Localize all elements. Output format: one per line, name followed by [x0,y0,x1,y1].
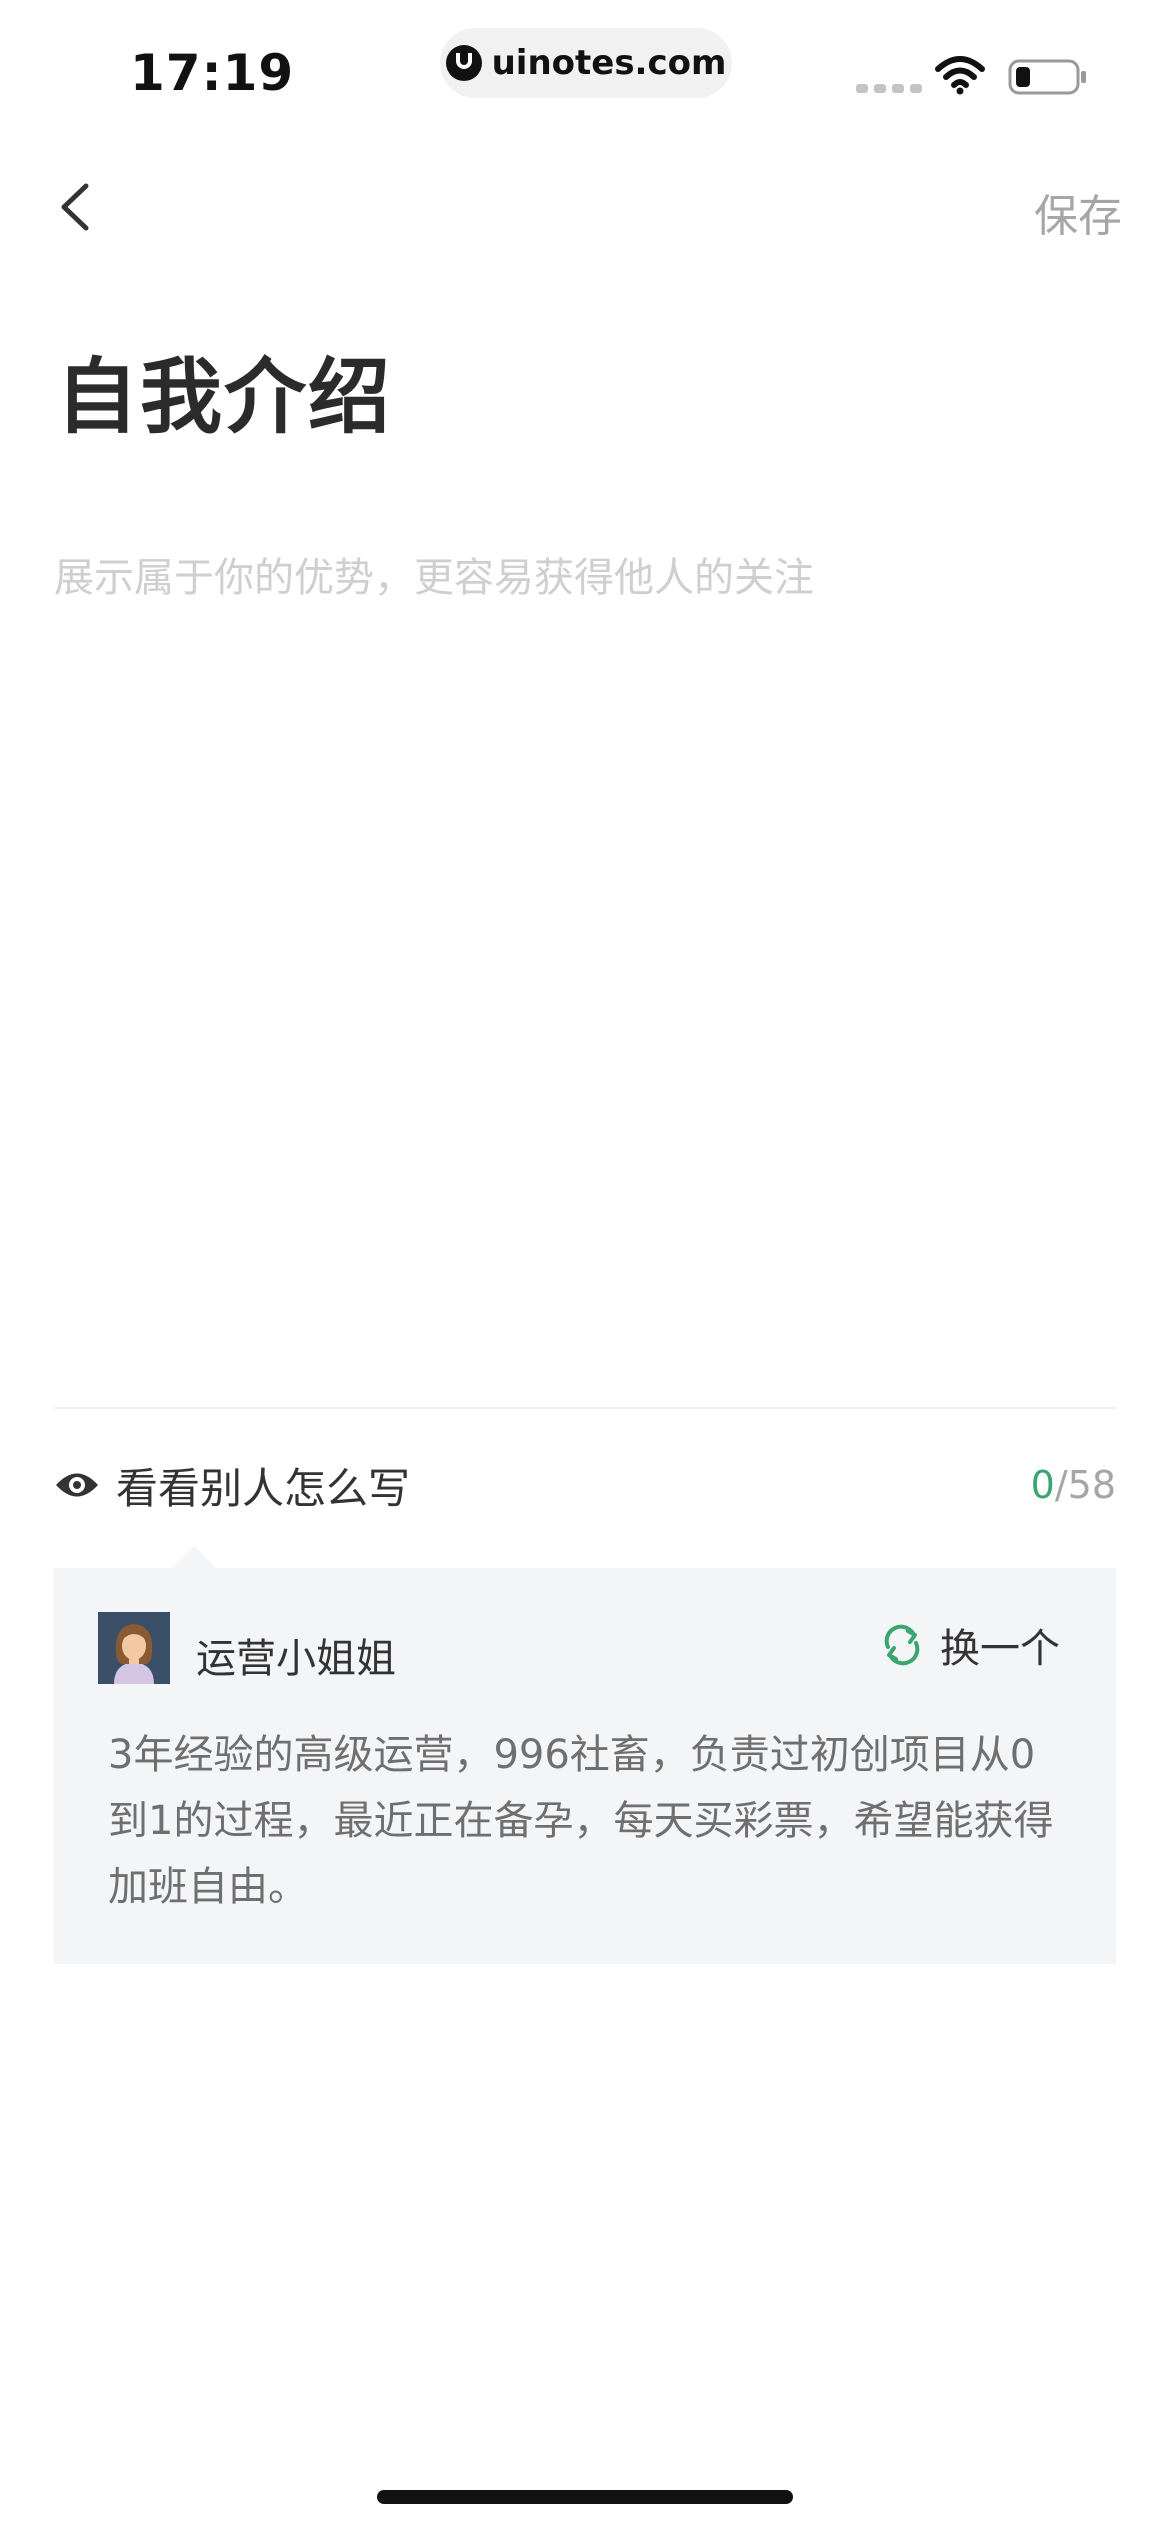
save-button[interactable]: 保存 [1034,180,1122,244]
char-count-current: 0 [1030,1463,1055,1507]
divider [54,1407,1116,1409]
refresh-label: 换一个 [940,1626,1060,1672]
card-notch [172,1546,216,1568]
cellular-signal-icon [856,84,922,93]
url-pill[interactable]: uinotes.com [440,28,732,98]
refresh-icon [884,1624,920,1666]
wifi-icon [935,56,985,95]
url-text: uinotes.com [491,43,727,83]
eye-icon [56,1473,98,1497]
battery-icon [1008,59,1086,95]
example-card: 运营小姐姐 换一个 3年经验的高级运营，996社畜，负责过初创项目从0到1的过程… [54,1546,1116,1964]
back-button[interactable] [50,172,100,242]
page-title: 自我介绍 [56,350,393,445]
intro-textarea[interactable] [54,545,1114,1365]
example-text: 3年经验的高级运营，996社畜，负责过初创项目从0到1的过程，最近正在备孕，每天… [108,1732,1054,1910]
examples-header: 看看别人怎么写 0/58 [54,1455,1116,1515]
refresh-button[interactable]: 换一个 [880,1616,1060,1674]
uinotes-logo-icon [445,45,482,81]
char-counter: 0/58 [1031,1463,1116,1507]
char-count-max: /58 [1054,1463,1116,1507]
examples-title: 看看别人怎么写 [116,1463,411,1513]
avatar [98,1612,170,1684]
home-indicator[interactable] [377,2490,793,2504]
example-author: 运营小姐姐 [196,1636,396,1682]
status-time: 17:19 [130,44,295,102]
